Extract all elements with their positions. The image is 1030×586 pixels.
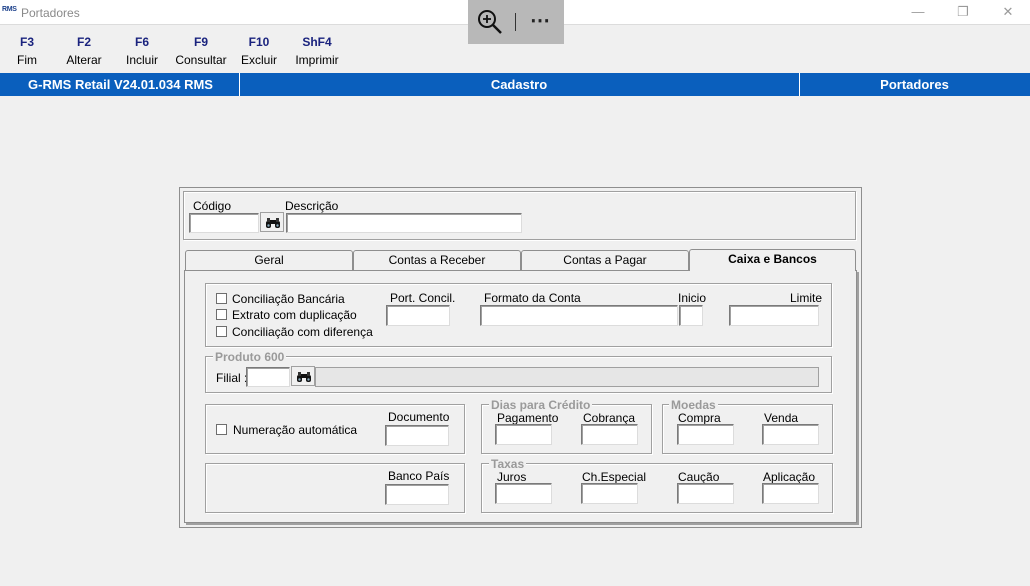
- aplicacao-input[interactable]: [762, 483, 819, 504]
- codigo-input[interactable]: [189, 213, 259, 233]
- tab-panel-top-border: [184, 270, 689, 271]
- aplicacao-label: Aplicação: [763, 470, 816, 484]
- minimize-button[interactable]: —: [910, 4, 926, 19]
- caucao-input[interactable]: [677, 483, 734, 504]
- juros-input[interactable]: [495, 483, 552, 504]
- fkey-fim[interactable]: F3 Fim: [0, 33, 57, 69]
- conciliacao-diferenca-checkbox[interactable]: [216, 326, 227, 337]
- fkey-label: Alterar: [66, 53, 102, 67]
- fkey-key: ShF4: [302, 35, 332, 49]
- port-concil-label: Port. Concil.: [390, 291, 456, 305]
- fkey-key: F2: [76, 35, 91, 49]
- pagamento-label: Pagamento: [497, 411, 559, 425]
- app-version: G-RMS Retail V24.01.034 RMS: [28, 77, 213, 92]
- venda-label: Venda: [764, 411, 799, 425]
- app-logo: RMS: [2, 6, 17, 13]
- formato-conta-input[interactable]: [480, 305, 678, 326]
- restore-button[interactable]: ❐: [955, 4, 971, 20]
- fkey-label: Consultar: [175, 53, 227, 67]
- filial-search-button[interactable]: [291, 366, 315, 386]
- screen-name: Portadores: [880, 77, 949, 92]
- dias-credito-legend: Dias para Crédito: [489, 398, 593, 412]
- module-name: Cadastro: [490, 77, 548, 92]
- banco-pais-label: Banco País: [388, 469, 450, 483]
- fkey-label: Incluir: [125, 53, 158, 67]
- filial-input[interactable]: [246, 367, 290, 387]
- fkey-excluir[interactable]: F10 Excluir: [229, 33, 289, 69]
- pagamento-input[interactable]: [495, 424, 552, 445]
- fkey-alterar[interactable]: F2 Alterar: [54, 33, 114, 69]
- window-title: Portadores: [21, 6, 80, 20]
- ch-especial-label: Ch.Especial: [582, 470, 647, 484]
- fkey-key: F9: [193, 35, 208, 49]
- binoculars-icon: [297, 372, 311, 382]
- fkey-consultar[interactable]: F9 Consultar: [171, 33, 231, 69]
- tab-geral[interactable]: Geral: [185, 250, 353, 270]
- limite-input[interactable]: [729, 305, 819, 326]
- toolbar-separator: [515, 13, 516, 31]
- extrato-duplicacao-label: Extrato com duplicação: [232, 308, 357, 322]
- codigo-search-button[interactable]: [260, 212, 284, 232]
- fkey-label: Excluir: [240, 53, 277, 67]
- binoculars-icon: [266, 218, 280, 228]
- compra-input[interactable]: [677, 424, 734, 445]
- filial-label: Filial :: [216, 371, 248, 385]
- status-bar: G-RMS Retail V24.01.034 RMS Cadastro Por…: [0, 73, 1030, 96]
- cobranca-input[interactable]: [581, 424, 638, 445]
- conciliacao-bancaria-checkbox[interactable]: [216, 293, 227, 304]
- close-button[interactable]: ✕: [1000, 4, 1016, 20]
- moedas-legend: Moedas: [669, 398, 718, 412]
- numeracao-automatica-label: Numeração automática: [233, 423, 358, 437]
- port-concil-input[interactable]: [386, 305, 450, 326]
- documento-input[interactable]: [385, 425, 449, 446]
- descricao-label: Descrição: [285, 199, 339, 213]
- fkey-label: Imprimir: [295, 53, 339, 67]
- portadores-form: Código Descrição Geral Contas a Receber …: [179, 187, 862, 528]
- cobranca-label: Cobrança: [583, 411, 636, 425]
- limite-label: Limite: [790, 291, 823, 305]
- fkey-incluir[interactable]: F6 Incluir: [112, 33, 172, 69]
- tab-caixa-e-bancos[interactable]: Caixa e Bancos: [689, 249, 856, 271]
- conciliacao-bancaria-label: Conciliação Bancária: [232, 292, 345, 306]
- formato-conta-label: Formato da Conta: [484, 291, 581, 305]
- juros-label: Juros: [497, 470, 527, 484]
- extrato-duplicacao-checkbox[interactable]: [216, 309, 227, 320]
- venda-input[interactable]: [762, 424, 819, 445]
- compra-label: Compra: [678, 411, 721, 425]
- produto600-legend: Produto 600: [213, 350, 287, 364]
- numeracao-automatica-checkbox[interactable]: [216, 424, 227, 435]
- taxas-legend: Taxas: [489, 457, 527, 471]
- conciliacao-diferenca-label: Conciliação com diferença: [232, 325, 373, 339]
- fkey-imprimir[interactable]: ShF4 Imprimir: [287, 33, 347, 69]
- more-options-button[interactable]: ⋯: [530, 8, 551, 33]
- zoom-in-icon[interactable]: [477, 9, 503, 35]
- tab-contas-a-pagar[interactable]: Contas a Pagar: [521, 250, 689, 270]
- fkey-key: F6: [134, 35, 149, 49]
- ch-especial-input[interactable]: [581, 483, 638, 504]
- caucao-label: Caução: [678, 470, 720, 484]
- fkey-key: F10: [248, 35, 270, 49]
- tab-contas-a-receber[interactable]: Contas a Receber: [353, 250, 521, 270]
- banco-pais-input[interactable]: [385, 484, 449, 505]
- fkey-key: F3: [19, 35, 34, 49]
- filial-description-display: [315, 367, 819, 387]
- codigo-label: Código: [193, 199, 232, 213]
- zoom-toolbar: ⋯: [468, 0, 564, 44]
- inicio-label: Inicio: [678, 291, 707, 305]
- documento-label: Documento: [388, 410, 450, 424]
- descricao-input[interactable]: [286, 213, 522, 233]
- fkey-label: Fim: [17, 53, 37, 67]
- inicio-input[interactable]: [679, 305, 703, 326]
